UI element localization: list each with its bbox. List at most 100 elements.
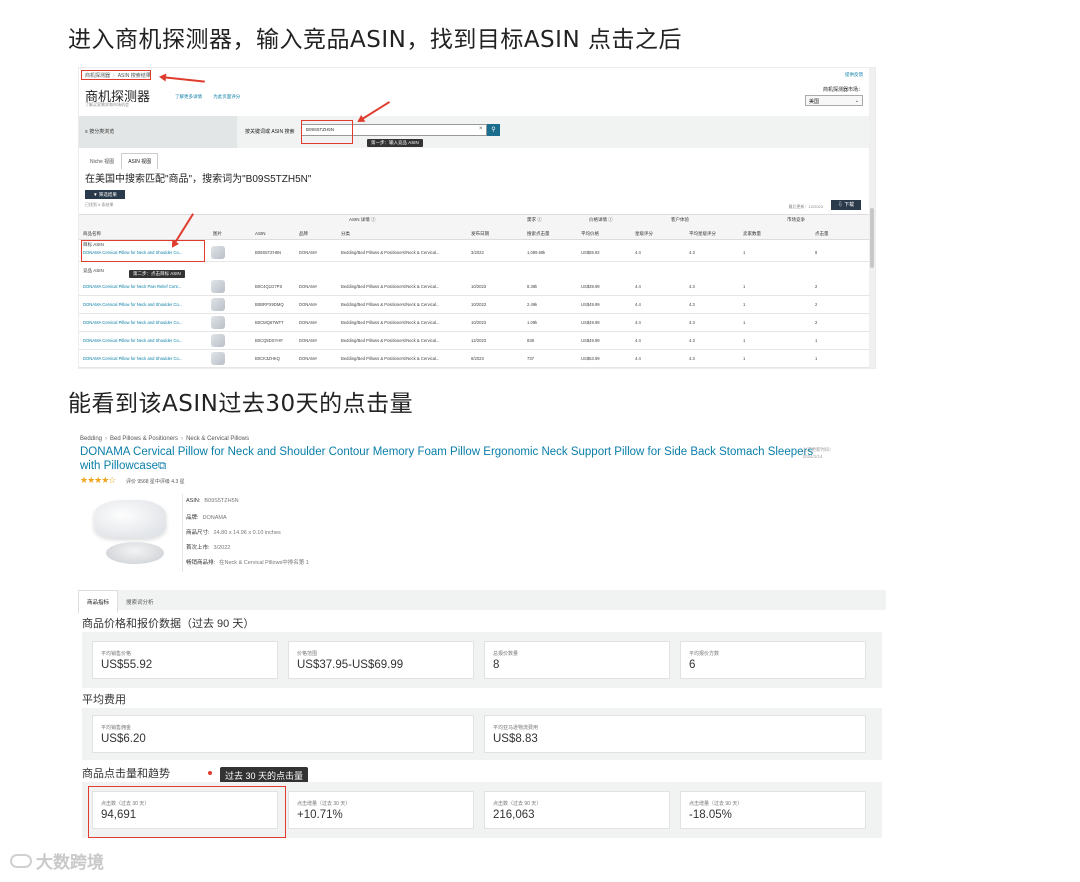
browse-category-button[interactable]: ≡ 按分类浏览 (79, 116, 237, 148)
metric-label: 价格范围 (297, 651, 318, 657)
download-button[interactable]: ⇩ 下载 (831, 200, 861, 210)
cell-avg: 4.3 (689, 302, 695, 307)
attribute-value: DONAMA (202, 515, 227, 521)
metric-value: US$6.20 (101, 733, 146, 745)
competitor-asin-label: 竞品 ASIN (83, 268, 104, 273)
cell-n: 2 (815, 320, 818, 325)
metric-label: 点击增量（过去 90 天） (689, 801, 743, 807)
table-row[interactable]: DONAMA Cervical Pillow for Neck and Shou… (79, 332, 871, 350)
last-updated-label: 上次更新时间： (802, 447, 835, 452)
metric-label: 点击数（过去 90 天） (493, 801, 542, 807)
clear-icon[interactable]: × (479, 126, 483, 132)
annotation-dot (208, 771, 212, 775)
cell-n: 1 (815, 356, 818, 361)
column-header[interactable]: 平均价格 (581, 231, 599, 237)
table-row[interactable]: DONAMA Cervical Pillow for Neck and Shou… (79, 314, 871, 332)
metric-label: 平均亚马逊物流费用 (493, 725, 539, 731)
learn-more-link[interactable]: 了解更多详情 (175, 94, 202, 99)
scrollbar-thumb[interactable] (870, 208, 874, 268)
column-header[interactable]: 星级评分 (635, 231, 653, 237)
cell-name[interactable]: DONAMA Cervical Pillow for Neck and Shou… (83, 320, 201, 325)
breadcrumb-item[interactable]: Bed Pillows & Positioners (110, 436, 178, 442)
attribute-key: 商品尺寸: (186, 530, 210, 536)
product-thumbnail (211, 280, 225, 293)
fees-panel: 平均销售佣金 US$6.20 平均亚马逊物流费用 US$8.83 (82, 708, 882, 760)
marketplace-value: 美国 (809, 99, 820, 105)
tab-search-term-analysis[interactable]: 搜索词分析 (118, 591, 162, 613)
column-header[interactable]: 品牌 (299, 231, 308, 237)
metric-value: -18.05% (689, 809, 732, 821)
cell-avg: 4.3 (689, 320, 695, 325)
highlight-target-asin (81, 240, 205, 262)
breadcrumb-item[interactable]: Bedding (80, 436, 102, 442)
marketplace-label: 商机探测器市场： (822, 87, 863, 93)
filter-button[interactable]: ▼ 筛选结果 (85, 190, 125, 199)
results-title: 在美国中搜索匹配"商品"，搜索词为"B09S5TZH5N" (85, 174, 312, 185)
cell-name[interactable]: DONAMA Cervical Pillow for Neck and Shou… (83, 356, 201, 361)
cell-price: US$53.99 (581, 356, 600, 361)
cell-clicks: 1,089.69k (527, 250, 546, 255)
rate-page-link[interactable]: 为此页面评分 (213, 94, 240, 99)
product-title[interactable]: DONAMA Cervical Pillow for Neck and Shou… (80, 445, 818, 473)
column-header[interactable]: 点击量 (815, 231, 829, 237)
cell-brand: DONAMA (299, 338, 318, 343)
cell-name[interactable]: DONAMA Cervical Pillow for Neck and Shou… (83, 338, 201, 343)
column-header[interactable]: ASIN (255, 231, 266, 236)
heading-step1: 进入商机探测器，输入竞品ASIN，找到目标ASIN 点击之后 (68, 27, 682, 53)
tab-niche-view[interactable]: Niche 视图 (83, 153, 121, 170)
cell-stars: 4.4 (635, 356, 641, 361)
metric-value: US$55.92 (101, 659, 153, 671)
cell-n: 8 (815, 250, 818, 255)
metric-label: 总报价数量 (493, 651, 519, 657)
cell-price: US$49.99 (581, 338, 600, 343)
metric-value: 8 (493, 659, 500, 671)
watermark-text: 大数跨境 (36, 853, 104, 873)
cell-price: US$49.99 (581, 302, 600, 307)
watermark: 大数跨境 (10, 848, 104, 873)
pillow-image (106, 542, 164, 564)
table-row[interactable]: DONAMA Cervical Pillow for Neck Pain Rel… (79, 278, 871, 296)
cell-clicks: 2.49k (527, 302, 538, 307)
cell-name[interactable]: DONAMA Cervical Pillow for Neck and Shou… (83, 302, 201, 307)
column-header: 图片 (213, 231, 222, 236)
search-button[interactable]: ⚲ (487, 124, 500, 136)
tab-asin-view[interactable]: ASIN 视图 (121, 153, 159, 169)
table-row[interactable]: DONAMA Cervical Pillow for Neck and Shou… (79, 350, 871, 368)
table-row[interactable]: DONAMA Cervical Pillow for Neck and Shou… (79, 296, 871, 314)
section-title-price: 商品价格和报价数据（过去 90 天） (82, 618, 255, 630)
cell-brand: DONAMA (299, 250, 318, 255)
pillow-image (94, 500, 166, 538)
cell-cat: Bedding/Bed Pillows & Positioners/Neck &… (341, 250, 440, 255)
marketplace-select[interactable]: 美国 ⌄ (805, 95, 863, 106)
divider (182, 494, 183, 572)
star-rating-icon: ★★★★☆ (80, 475, 116, 485)
group-header: 客户体验 (671, 217, 689, 222)
highlight-clicks-30d (88, 786, 286, 838)
cell-date: 6/2023 (471, 356, 484, 361)
metric-value: US$37.95-US$69.99 (297, 659, 404, 671)
tab-product-metrics[interactable]: 商品指标 (78, 590, 119, 613)
product-image (88, 494, 170, 572)
column-header[interactable]: 搜索点击量 (527, 231, 550, 237)
scrollbar[interactable] (869, 68, 875, 368)
cell-asin: B0BRPX9DMQ (255, 302, 284, 307)
breadcrumb-item[interactable]: Neck & Cervical Pillows (186, 436, 249, 442)
cell-price: US$49.99 (581, 320, 600, 325)
column-header[interactable]: 分类 (341, 231, 350, 237)
cell-clicks: 8.39k (527, 284, 538, 289)
cell-cat: Bedding/Bed Pillows & Positioners/Neck &… (341, 284, 440, 289)
rating-text: 评价 9568 星中评级 4.3 星 (126, 479, 185, 485)
cell-date: 3/2022 (471, 250, 484, 255)
cell-date: 10/2023 (471, 320, 487, 325)
step2-tooltip: 第二步：点击目标 ASIN (129, 270, 185, 278)
column-header[interactable]: 发布日期 (471, 231, 489, 237)
highlight-breadcrumb (81, 70, 151, 80)
cell-brand: DONAMA (299, 356, 318, 361)
column-header[interactable]: 卖家数量 (743, 231, 761, 237)
column-header[interactable]: 商品名称 (83, 231, 101, 237)
feedback-link[interactable]: 提供反馈 (845, 72, 863, 78)
help-links: 了解更多详情 为此页面评分 (175, 94, 250, 100)
column-header[interactable]: 平均星级评分 (689, 231, 716, 237)
cell-name[interactable]: DONAMA Cervical Pillow for Neck Pain Rel… (83, 284, 201, 289)
price-panel: 平均销售价格 US$55.92 价格范围 US$37.95-US$69.99 总报价… (82, 632, 882, 688)
